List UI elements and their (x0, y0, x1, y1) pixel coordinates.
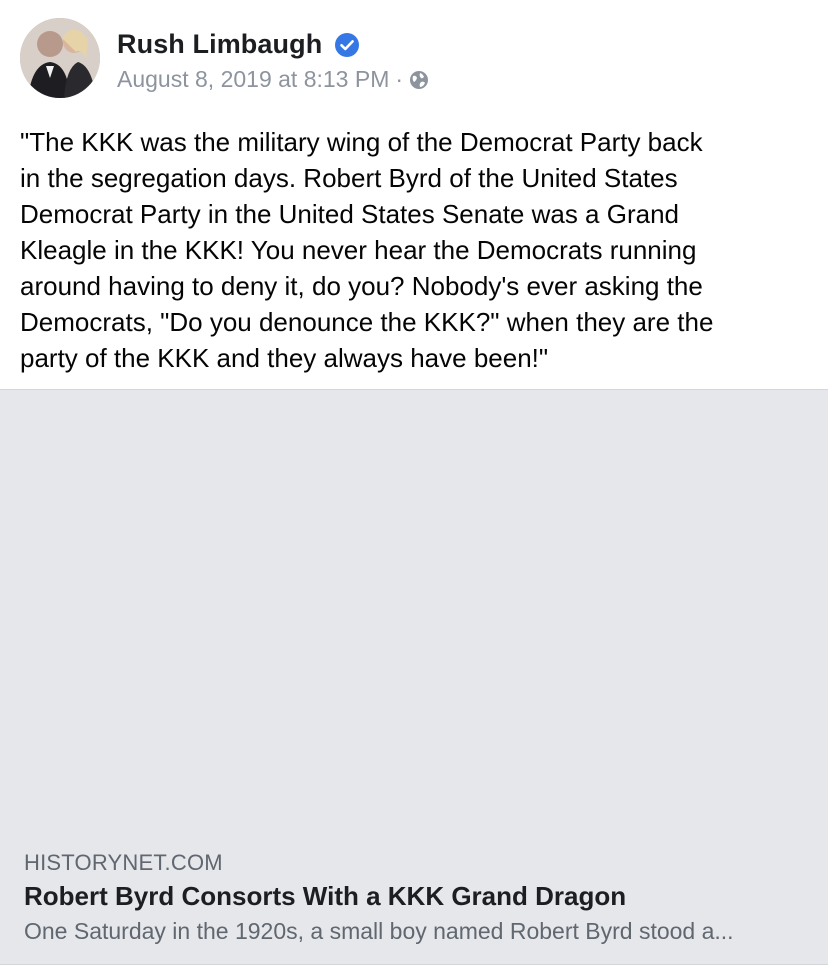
verified-badge-icon (335, 33, 359, 57)
avatar[interactable] (20, 18, 100, 98)
link-description: One Saturday in the 1920s, a small boy n… (24, 918, 734, 944)
link-title[interactable]: Robert Byrd Consorts With a KKK Grand Dr… (24, 881, 626, 912)
globe-icon (410, 71, 429, 89)
post-header: Rush Limbaugh August 8, 2019 at 8:13 PM … (20, 18, 810, 98)
facebook-post: Rush Limbaugh August 8, 2019 at 8:13 PM … (0, 0, 828, 965)
link-preview-image[interactable] (0, 390, 828, 834)
link-preview-info[interactable]: HISTORYNET.COM Robert Byrd Consorts With… (0, 834, 828, 965)
author-name[interactable]: Rush Limbaugh (117, 29, 322, 60)
post-text: "The KKK was the military wing of the De… (20, 127, 714, 373)
link-domain: HISTORYNET.COM (24, 850, 223, 875)
post-timestamp[interactable]: August 8, 2019 at 8:13 PM (117, 66, 389, 93)
meta-separator: · (395, 66, 404, 92)
post-meta: August 8, 2019 at 8:13 PM · (117, 66, 429, 93)
